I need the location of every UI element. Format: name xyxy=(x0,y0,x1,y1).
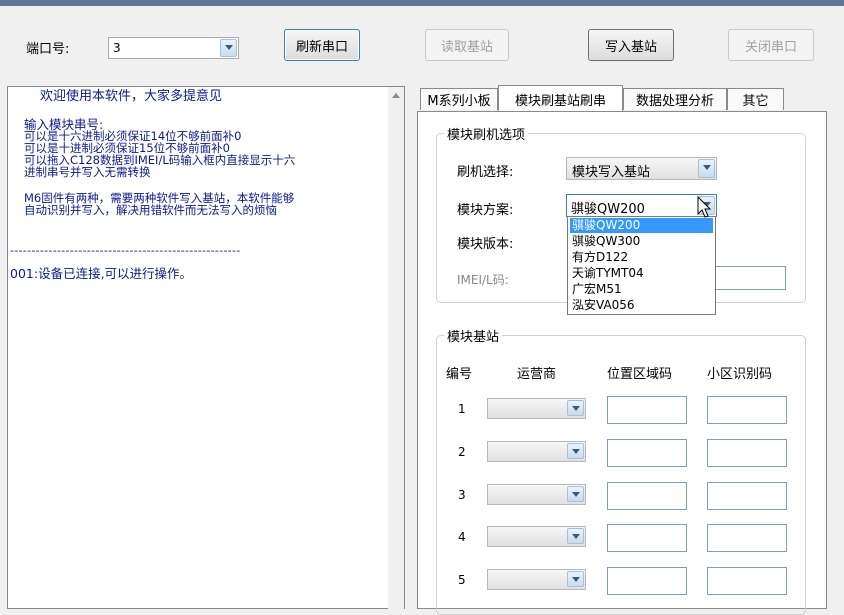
log-line: 欢迎使用本软件，大家多提意见 xyxy=(40,89,223,104)
chevron-down-icon[interactable] xyxy=(567,400,584,416)
chevron-down-icon[interactable] xyxy=(567,571,584,587)
scheme-select[interactable]: 骐骏QW200 xyxy=(566,194,717,217)
log-scrollbar[interactable] xyxy=(388,87,404,609)
flash-options-title: 模块刷机选项 xyxy=(444,124,529,143)
chevron-down-icon[interactable] xyxy=(567,528,584,544)
station-group-title: 模块基站 xyxy=(444,326,503,345)
port-select-value: 3 xyxy=(113,41,121,55)
cid-input[interactable] xyxy=(707,396,787,424)
flash-select-value: 模块写入基站 xyxy=(572,165,651,180)
imei-input[interactable] xyxy=(710,266,786,290)
cid-input[interactable] xyxy=(707,482,787,510)
window-title-bar xyxy=(0,0,844,6)
scheme-option[interactable]: 骐骏QW200 xyxy=(570,218,713,233)
operator-select[interactable] xyxy=(487,398,586,419)
row-number: 5 xyxy=(458,573,466,587)
col-header-number: 编号 xyxy=(446,367,473,382)
col-header-operator: 运营商 xyxy=(517,367,557,382)
col-header-cid: 小区识别码 xyxy=(707,367,773,382)
log-line: 进制串号并写入无需转换 xyxy=(24,165,151,179)
row-number: 1 xyxy=(458,402,466,416)
lac-input[interactable] xyxy=(607,482,687,510)
tab-data-analysis[interactable]: 数据处理分析 xyxy=(623,88,727,110)
chevron-down-icon[interactable] xyxy=(567,486,584,502)
scheme-option[interactable]: 广宏M51 xyxy=(570,282,713,297)
cid-input[interactable] xyxy=(707,524,787,552)
port-label: 端口号: xyxy=(26,42,70,57)
lac-input[interactable] xyxy=(607,567,687,595)
mouse-cursor-icon xyxy=(697,196,712,218)
refresh-port-button[interactable]: 刷新串口 xyxy=(284,29,360,61)
chevron-down-icon[interactable] xyxy=(220,39,237,57)
scheme-option[interactable]: 天谕TYMT04 xyxy=(570,266,713,281)
version-label: 模块版本: xyxy=(457,237,514,252)
row-number: 3 xyxy=(458,488,466,502)
close-port-button[interactable]: 关闭串口 xyxy=(728,29,814,61)
tab-m-series[interactable]: M系列小板 xyxy=(420,88,498,110)
operator-select[interactable] xyxy=(487,484,586,505)
chevron-down-icon[interactable] xyxy=(567,443,584,459)
imei-label: IMEI/L码: xyxy=(457,273,509,287)
lac-input[interactable] xyxy=(607,396,687,424)
scheme-label: 模块方案: xyxy=(457,203,514,218)
operator-select[interactable] xyxy=(487,441,586,462)
operator-select[interactable] xyxy=(487,526,586,547)
cid-input[interactable] xyxy=(707,439,787,467)
flash-select-label: 刷机选择: xyxy=(457,165,514,180)
scheme-dropdown-list[interactable]: 骐骏QW200 骐骏QW300 有方D122 天谕TYMT04 广宏M51 泓安… xyxy=(567,216,716,315)
log-line: 自动识别并写入，解决用错软件而无法写入的烦恼 xyxy=(24,203,277,217)
scheme-select-value: 骐骏QW200 xyxy=(571,202,645,217)
flash-select[interactable]: 模块写入基站 xyxy=(566,157,717,180)
write-station-button[interactable]: 写入基站 xyxy=(588,29,674,61)
port-select[interactable]: 3 xyxy=(108,37,239,59)
tab-other[interactable]: 其它 xyxy=(727,88,784,110)
lac-input[interactable] xyxy=(607,439,687,467)
cid-input[interactable] xyxy=(707,567,787,595)
lac-input[interactable] xyxy=(607,524,687,552)
log-separator: ----------------------------------------… xyxy=(10,244,241,257)
read-station-button[interactable]: 读取基站 xyxy=(425,29,509,61)
col-header-lac: 位置区域码 xyxy=(607,367,673,382)
operator-select[interactable] xyxy=(487,569,586,590)
scheme-option[interactable]: 骐骏QW300 xyxy=(570,234,713,249)
chevron-down-icon[interactable] xyxy=(698,159,715,178)
log-status-line: 001:设备已连接,可以进行操作。 xyxy=(10,266,193,281)
scheme-option[interactable]: 泓安VA056 xyxy=(570,298,713,313)
scheme-option[interactable]: 有方D122 xyxy=(570,250,713,265)
row-number: 2 xyxy=(458,445,466,459)
scroll-up-icon[interactable] xyxy=(392,93,400,98)
row-number: 4 xyxy=(458,530,466,544)
tab-module-flash[interactable]: 模块刷基站刷串 xyxy=(498,85,623,112)
